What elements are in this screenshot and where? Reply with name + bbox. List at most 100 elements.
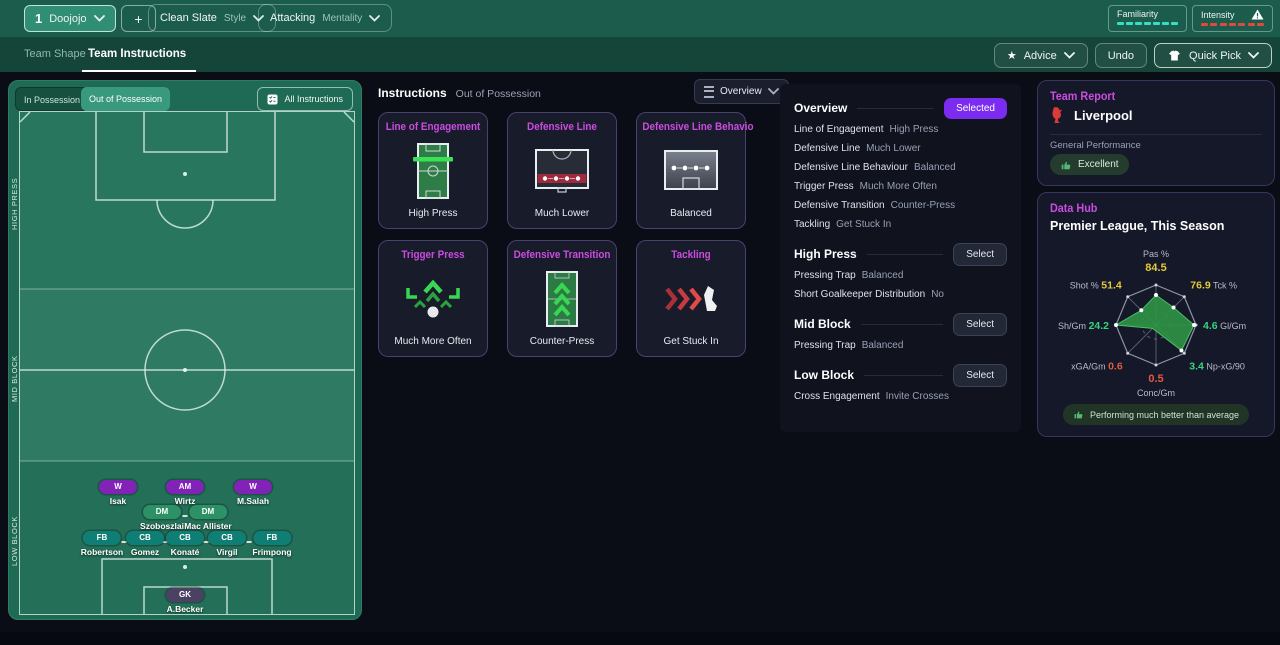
- position-badge[interactable]: W: [99, 480, 137, 494]
- nav-bar: Team Shape Team Instructions ★ Advice Un…: [0, 37, 1280, 72]
- style-dropdown[interactable]: Clean Slate Style: [148, 4, 277, 32]
- tab-team-shape[interactable]: Team Shape: [24, 37, 86, 72]
- mentality-value: Attacking: [270, 12, 316, 24]
- club-name: Liverpool: [1074, 107, 1133, 123]
- shirt-icon: [1169, 50, 1180, 61]
- instruction-card-tackling[interactable]: Tackling Get Stuck In: [636, 240, 746, 357]
- performance-summary-badge: Performing much better than average: [1062, 404, 1250, 425]
- defensive-transition-icon: [508, 261, 616, 336]
- instruction-card-defensive-transition[interactable]: Defensive Transition Counter-Press: [507, 240, 617, 357]
- player-name: Gomez: [130, 547, 160, 557]
- position-badge[interactable]: AM: [166, 480, 204, 494]
- quick-pick-button[interactable]: Quick Pick: [1154, 43, 1272, 68]
- tactics-pitch: W Isak AM Wirtz W M.Salah DM Szoboszlai DM Mac Al…: [19, 111, 355, 615]
- team-report-panel: Team Report Liverpool General Performanc…: [1037, 80, 1275, 186]
- instruction-row: Line of Engagement High Press: [794, 124, 939, 135]
- select-button-low-block[interactable]: Select: [953, 363, 1007, 387]
- all-instructions-button[interactable]: All Instructions: [257, 87, 353, 111]
- svg-text:76.9 Tck %: 76.9 Tck %: [1190, 280, 1237, 292]
- top-bar: 1 Doojojo + Clean Slate Style Attacking …: [0, 0, 1280, 37]
- select-button-mid-block[interactable]: Select: [953, 312, 1007, 336]
- player-msalah: W M.Salah: [234, 476, 272, 506]
- divider: [1050, 134, 1262, 135]
- instructions-subtitle: Out of Possession: [455, 88, 541, 100]
- instruction-row: Cross Engagement Invite Crosses: [794, 391, 949, 402]
- position-badge[interactable]: CB: [166, 531, 204, 545]
- card-value: Balanced: [670, 208, 712, 219]
- instruction-card-trigger-press[interactable]: Trigger Press Much More Often: [378, 240, 488, 357]
- section-header-high-press: High Press Select: [780, 242, 1021, 266]
- data-hub-title: Data Hub: [1050, 201, 1098, 215]
- divider: [864, 374, 944, 376]
- zone-label-low-block: LOW BLOCK: [10, 516, 19, 566]
- warning-icon: [1251, 9, 1264, 20]
- intensity-gauge: [1201, 23, 1265, 26]
- instruction-card-defensive-line-behavio[interactable]: Defensive Line Behavio Balanced: [636, 112, 754, 229]
- position-badge[interactable]: FB: [83, 531, 121, 545]
- selected-button-overview[interactable]: Selected: [944, 97, 1007, 119]
- advice-button[interactable]: ★ Advice: [993, 43, 1088, 68]
- section-title: Low Block: [794, 368, 855, 382]
- position-badge[interactable]: W: [234, 480, 272, 494]
- player-robertson: FB Robertson: [81, 527, 123, 557]
- chevron-down-icon: [767, 88, 779, 95]
- card-value: High Press: [408, 208, 458, 219]
- general-performance-label: General Performance: [1050, 140, 1141, 151]
- card-title: Defensive Line Behavio: [642, 121, 754, 133]
- section-title: Overview: [794, 101, 848, 115]
- position-badge[interactable]: CB: [208, 531, 246, 545]
- svg-text:xGA/Gm 0.6: xGA/Gm 0.6: [1071, 360, 1123, 372]
- familiarity-label: Familiarity: [1117, 9, 1159, 19]
- player-gomez: CB Gomez: [126, 527, 164, 557]
- instruction-row: Pressing Trap Balanced: [794, 340, 904, 351]
- card-title: Line of Engagement: [385, 121, 481, 133]
- section-header-mid-block: Mid Block Select: [780, 312, 1021, 336]
- svg-text:0.5: 0.5: [1148, 373, 1163, 385]
- thumbs-up-icon: [1061, 161, 1071, 169]
- position-badge[interactable]: GK: [166, 588, 204, 602]
- tab-out-of-possession[interactable]: Out of Possession: [81, 87, 171, 111]
- card-value: Counter-Press: [529, 336, 595, 347]
- tab-team-instructions[interactable]: Team Instructions: [81, 37, 197, 72]
- tab-in-possession[interactable]: In Possession: [15, 87, 90, 111]
- undo-button[interactable]: Undo: [1094, 43, 1148, 68]
- section-title: High Press: [794, 247, 857, 261]
- team-name: Doojojo: [49, 12, 87, 25]
- team-selector-dropdown[interactable]: 1 Doojojo: [24, 5, 116, 32]
- player-konat: CB Konaté: [166, 527, 204, 557]
- card-title: Defensive Line: [527, 121, 597, 133]
- player-virgil: CB Virgil: [208, 527, 246, 557]
- view-selector-dropdown[interactable]: Overview: [694, 79, 789, 104]
- svg-text:Shot % 51.4: Shot % 51.4: [1070, 280, 1122, 292]
- link-dash: [246, 541, 251, 543]
- svg-text:Pas %: Pas %: [1143, 249, 1169, 259]
- card-value: Much Lower: [534, 208, 590, 219]
- player-name: A.Becker: [166, 604, 204, 614]
- instruction-cards-grid: Line of Engagement High Press Defensive Li…: [378, 112, 754, 357]
- position-badge[interactable]: FB: [252, 531, 291, 545]
- instructions-title: Instructions: [378, 86, 447, 100]
- team-report-title: Team Report: [1050, 89, 1116, 103]
- select-button-high-press[interactable]: Select: [953, 242, 1007, 266]
- position-badge[interactable]: DM: [143, 505, 181, 519]
- instruction-card-defensive-line[interactable]: Defensive Line Much Lower: [507, 112, 617, 229]
- chevron-down-icon: [93, 15, 105, 22]
- card-title: Defensive Transition: [513, 249, 611, 261]
- star-icon: ★: [1006, 50, 1017, 62]
- svg-text:84.5: 84.5: [1145, 262, 1166, 274]
- position-badge[interactable]: DM: [189, 505, 227, 519]
- mentality-label: Mentality: [322, 12, 363, 24]
- mentality-dropdown[interactable]: Attacking Mentality: [258, 4, 393, 32]
- position-badge[interactable]: CB: [126, 531, 164, 545]
- player-isak: W Isak: [99, 476, 137, 506]
- svg-text:Sh/Gm 24.2: Sh/Gm 24.2: [1058, 320, 1109, 332]
- instruction-row: Defensive Line Behaviour Balanced: [794, 162, 956, 173]
- instruction-card-line-of-engagement[interactable]: Line of Engagement High Press: [378, 112, 488, 229]
- instruction-row: Short Goalkeeper Distribution No: [794, 289, 944, 300]
- instruction-row: Defensive Line Much Lower: [794, 143, 921, 154]
- zone-label-high-press: HIGH PRESS: [10, 177, 19, 231]
- card-value: Much More Often: [394, 336, 472, 347]
- checklist-icon: [267, 94, 278, 104]
- section-header-low-block: Low Block Select: [780, 363, 1021, 387]
- player-name: Frimpong: [252, 547, 292, 557]
